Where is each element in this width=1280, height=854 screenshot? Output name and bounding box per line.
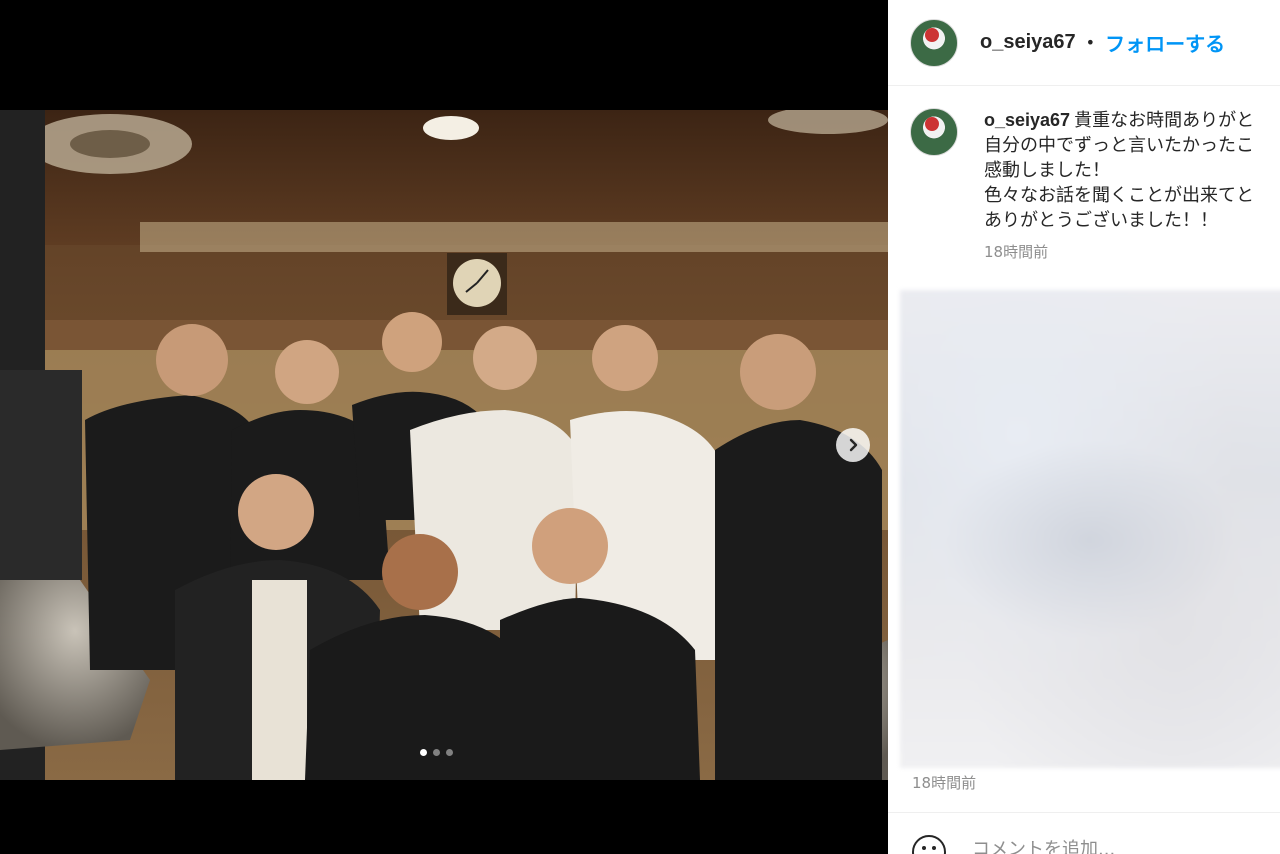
follow-button[interactable]: フォローする bbox=[1105, 28, 1225, 57]
chevron-right-icon bbox=[849, 438, 858, 452]
carousel-dot bbox=[433, 749, 440, 756]
caption-avatar[interactable] bbox=[910, 108, 958, 156]
carousel-indicator bbox=[420, 749, 453, 756]
caption-line: 色々なお話を聞くことが出来てと bbox=[984, 185, 1254, 206]
caption-username[interactable]: o_seiya67 bbox=[984, 110, 1070, 130]
emoji-icon[interactable] bbox=[912, 835, 946, 854]
comment-bar bbox=[888, 812, 1280, 854]
next-slide-button[interactable] bbox=[836, 428, 870, 462]
post-photo bbox=[0, 110, 888, 780]
carousel-dot bbox=[446, 749, 453, 756]
caption-line: 貴重なお時間ありがと bbox=[1074, 110, 1255, 131]
caption-line: 自分の中でずっと言いたかったこ bbox=[984, 135, 1254, 156]
media-panel bbox=[0, 0, 888, 854]
caption-line: ありがとうございました！！ bbox=[984, 210, 1218, 231]
caption: o_seiya67 貴重なお時間ありがと 自分の中でずっと言いたかったこ 感動しま… bbox=[910, 108, 1280, 262]
carousel-dot bbox=[420, 749, 427, 756]
avatar[interactable] bbox=[910, 18, 958, 67]
blurred-comments-area bbox=[900, 290, 1280, 768]
separator-dot: • bbox=[1085, 33, 1096, 52]
post-timestamp: 18時間前 bbox=[912, 774, 977, 792]
post-sidebar: o_seiya67 • フォローする o_seiya67 貴重なお時間ありがと 自… bbox=[888, 0, 1280, 854]
post-header: o_seiya67 • フォローする bbox=[888, 0, 1280, 86]
caption-timestamp: 18時間前 bbox=[984, 243, 1049, 261]
header-username[interactable]: o_seiya67 bbox=[980, 31, 1076, 54]
caption-line: 感動しました！ bbox=[984, 160, 1110, 181]
caption-text: o_seiya67 貴重なお時間ありがと 自分の中でずっと言いたかったこ 感動しま… bbox=[984, 108, 1254, 233]
comment-input[interactable] bbox=[972, 839, 1272, 854]
